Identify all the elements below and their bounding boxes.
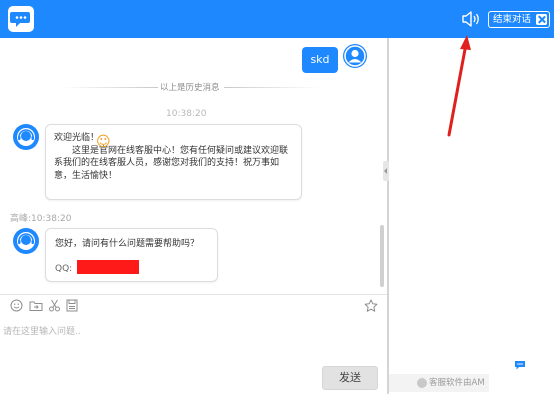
send-button[interactable]: 发送 [322,366,378,390]
panel-divider [387,38,389,394]
user-avatar-icon [343,44,367,68]
history-notice: 以上是历史消息 [160,83,220,93]
agent-question-bubble: 您好，请问有什么问题需要帮助吗？ QQ: [45,228,218,282]
powered-by-text: 客服软件由AM [429,378,485,388]
save-icon[interactable] [66,299,78,315]
emoji-icon[interactable] [10,299,23,315]
agent-question: 您好，请问有什么问题需要帮助吗？ [55,239,200,249]
message-time: 10:38:20 [166,109,207,119]
emoji-icon: ☺ [96,134,111,150]
logo-icon [8,6,34,32]
side-panel [389,38,554,394]
close-icon [536,14,548,25]
powered-by-footer: 客服软件由AM [389,374,489,392]
logo-icon [514,355,526,370]
header-bar: 结束对话 [0,0,554,38]
collapse-handle[interactable] [383,161,389,181]
redacted-qq-number [77,260,139,274]
end-chat-button[interactable]: 结束对话 [488,11,551,28]
agent-avatar-icon [13,124,39,150]
message-input[interactable]: 请在这里输入问题.. [3,324,81,337]
chat-bubble-icon [417,378,427,388]
user-message-bubble: skd [302,47,338,73]
folder-icon[interactable] [29,299,43,315]
star-icon[interactable] [364,299,378,316]
speaker-icon[interactable] [461,11,481,31]
agent-message-time: 高峰:10:38:20 [10,214,72,224]
welcome-title: 欢迎光临！ [54,133,100,143]
scissors-icon[interactable] [48,299,61,315]
chat-scrollbar[interactable] [380,225,384,287]
welcome-message-bubble: 欢迎光临！ ☺ 这里是官网在线客服中心！您有任何疑问或建议欢迎联系我们的在线客服… [45,124,302,200]
history-divider-left [62,87,158,88]
qq-label: QQ: [55,264,73,274]
agent-avatar-icon [13,228,39,254]
end-chat-label: 结束对话 [493,14,532,25]
history-divider-right [224,87,320,88]
toolbar-divider [0,294,387,295]
welcome-body: 这里是官网在线客服中心！您有任何疑问或建议欢迎联系我们的在线客服人员，感谢您对我… [54,145,289,181]
